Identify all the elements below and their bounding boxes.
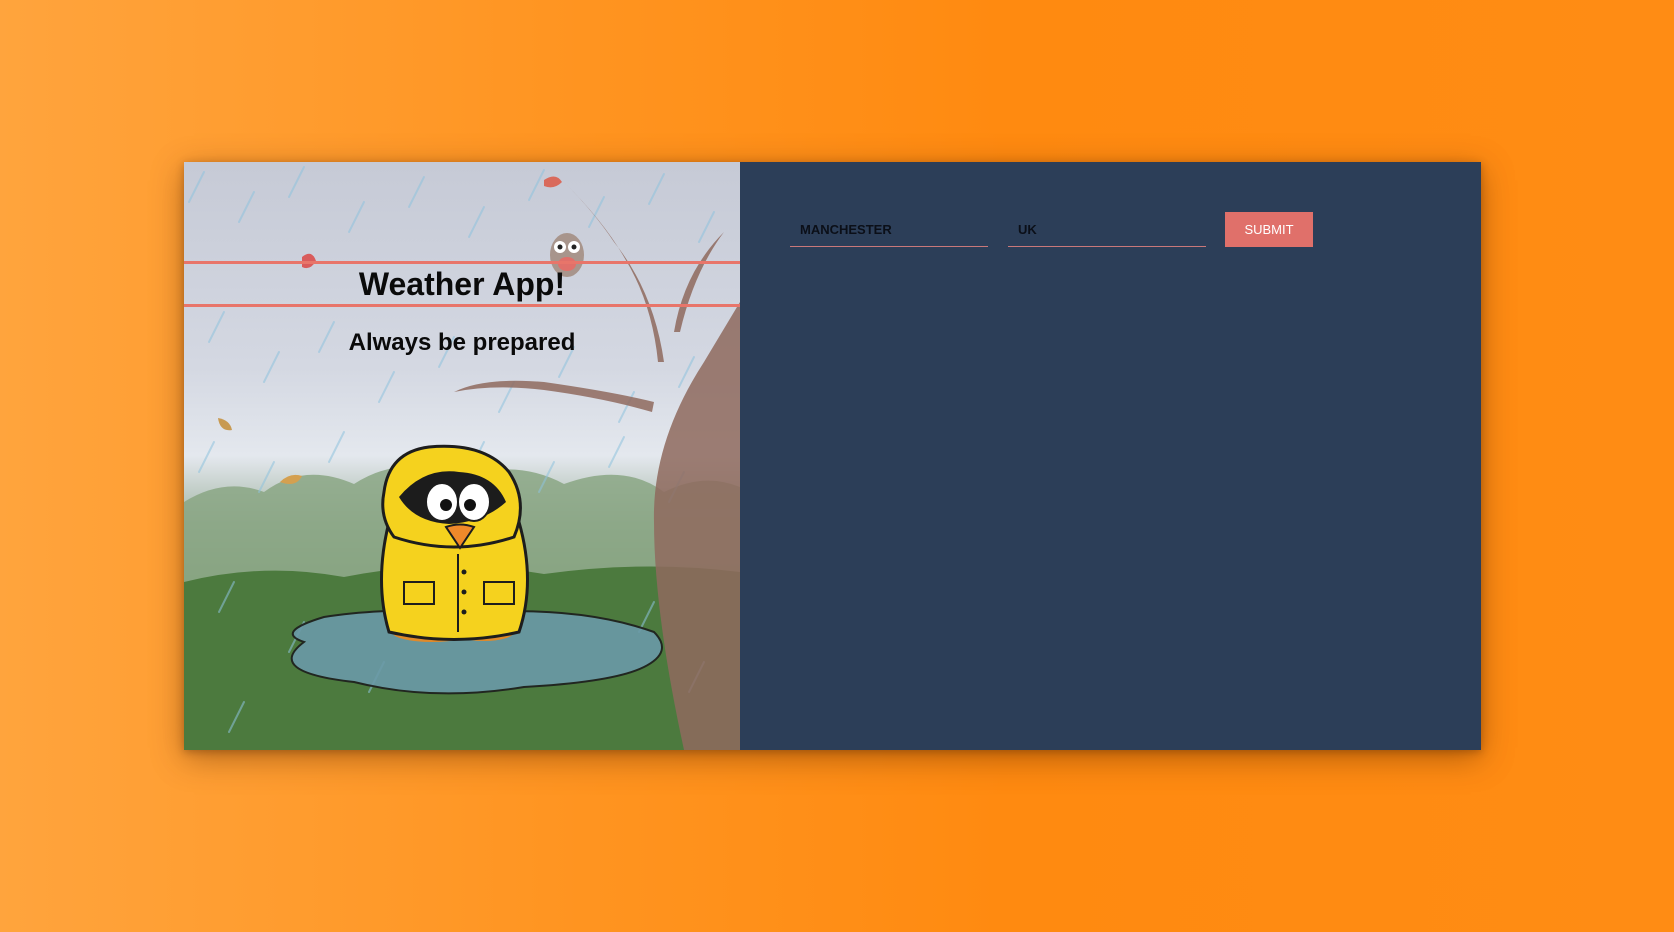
weather-card: Weather App! Always be prepared SUBMIT [184, 162, 1481, 750]
submit-button[interactable]: SUBMIT [1225, 212, 1313, 247]
search-panel: SUBMIT [740, 162, 1481, 750]
country-input[interactable] [1008, 212, 1206, 247]
page-subtitle: Always be prepared [348, 329, 576, 356]
page-title: Weather App! [358, 266, 566, 302]
illustration-panel: Weather App! Always be prepared [184, 162, 740, 750]
city-input[interactable] [790, 212, 988, 247]
penguin-icon [380, 444, 529, 642]
penguin-in-raincoat-illustration [184, 166, 740, 750]
